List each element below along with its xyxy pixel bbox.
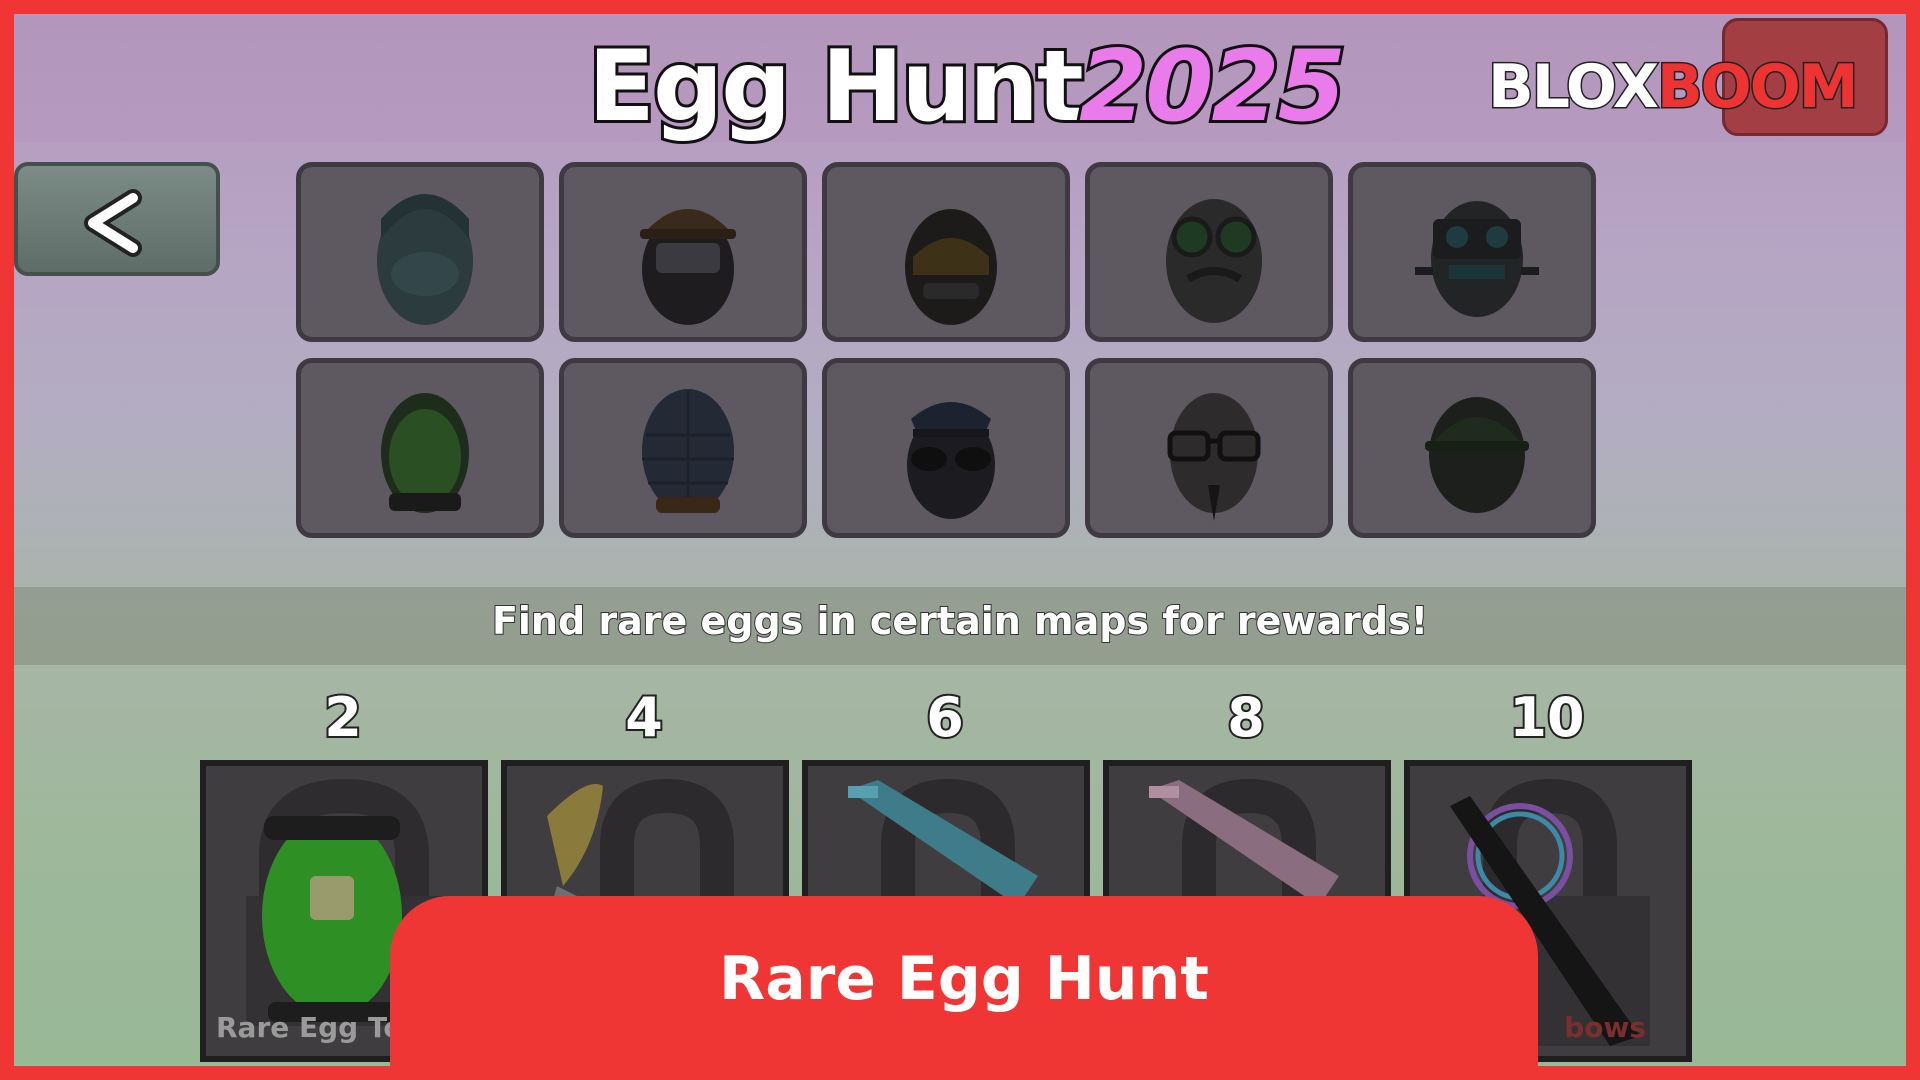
goggles-egg-icon bbox=[1166, 199, 1262, 323]
reward-count: 4 bbox=[623, 684, 665, 751]
reward-count: 6 bbox=[924, 684, 966, 751]
reward-count: 2 bbox=[322, 684, 364, 751]
reward-name: Rare Egg To bbox=[216, 1011, 403, 1044]
egg-slot-hooded[interactable] bbox=[296, 162, 544, 342]
title-year: 2025 bbox=[1076, 29, 1349, 145]
egg-slot-visor[interactable] bbox=[822, 162, 1070, 342]
reward-name: bows bbox=[1564, 1011, 1646, 1044]
egg-slot-toxic[interactable] bbox=[296, 358, 544, 538]
glasses-egg-icon bbox=[1167, 393, 1261, 521]
reward-count: 8 bbox=[1225, 684, 1267, 751]
caption-banner: Rare Egg Hunt bbox=[390, 896, 1538, 1066]
helmet-egg-icon bbox=[1425, 397, 1529, 513]
egg-slot-goggles[interactable] bbox=[1085, 162, 1333, 342]
hooded-egg-icon bbox=[377, 194, 473, 325]
scaled-egg-icon bbox=[642, 389, 734, 513]
police-egg-icon bbox=[907, 402, 995, 519]
page-title: Egg Hunt bbox=[585, 29, 1087, 145]
caption-text: Rare Egg Hunt bbox=[719, 944, 1209, 1014]
back-arrow-icon bbox=[84, 189, 142, 257]
egg-slot-scaled[interactable] bbox=[559, 358, 807, 538]
back-button[interactable] bbox=[14, 162, 220, 276]
reward-count: 10 bbox=[1507, 684, 1586, 751]
egg-slot-glasses[interactable] bbox=[1085, 358, 1333, 538]
brand-logo: BLOXBOOM bbox=[1487, 51, 1860, 124]
egg-slot-police[interactable] bbox=[822, 358, 1070, 538]
egg-slot-robot[interactable] bbox=[1348, 162, 1596, 342]
game-screen: Egg Hunt 2025 BLOXBOOM Find rare eggs in… bbox=[0, 0, 1920, 1080]
hint-text: Find rare eggs in certain maps for rewar… bbox=[491, 598, 1429, 644]
robot-egg-icon bbox=[1415, 201, 1539, 317]
egg-slot-hardhat[interactable] bbox=[559, 162, 807, 342]
visor-egg-icon bbox=[905, 209, 997, 325]
egg-slot-helmet[interactable] bbox=[1348, 358, 1596, 538]
hardhat-egg-icon bbox=[640, 209, 736, 325]
toxic-egg-icon bbox=[381, 393, 469, 513]
